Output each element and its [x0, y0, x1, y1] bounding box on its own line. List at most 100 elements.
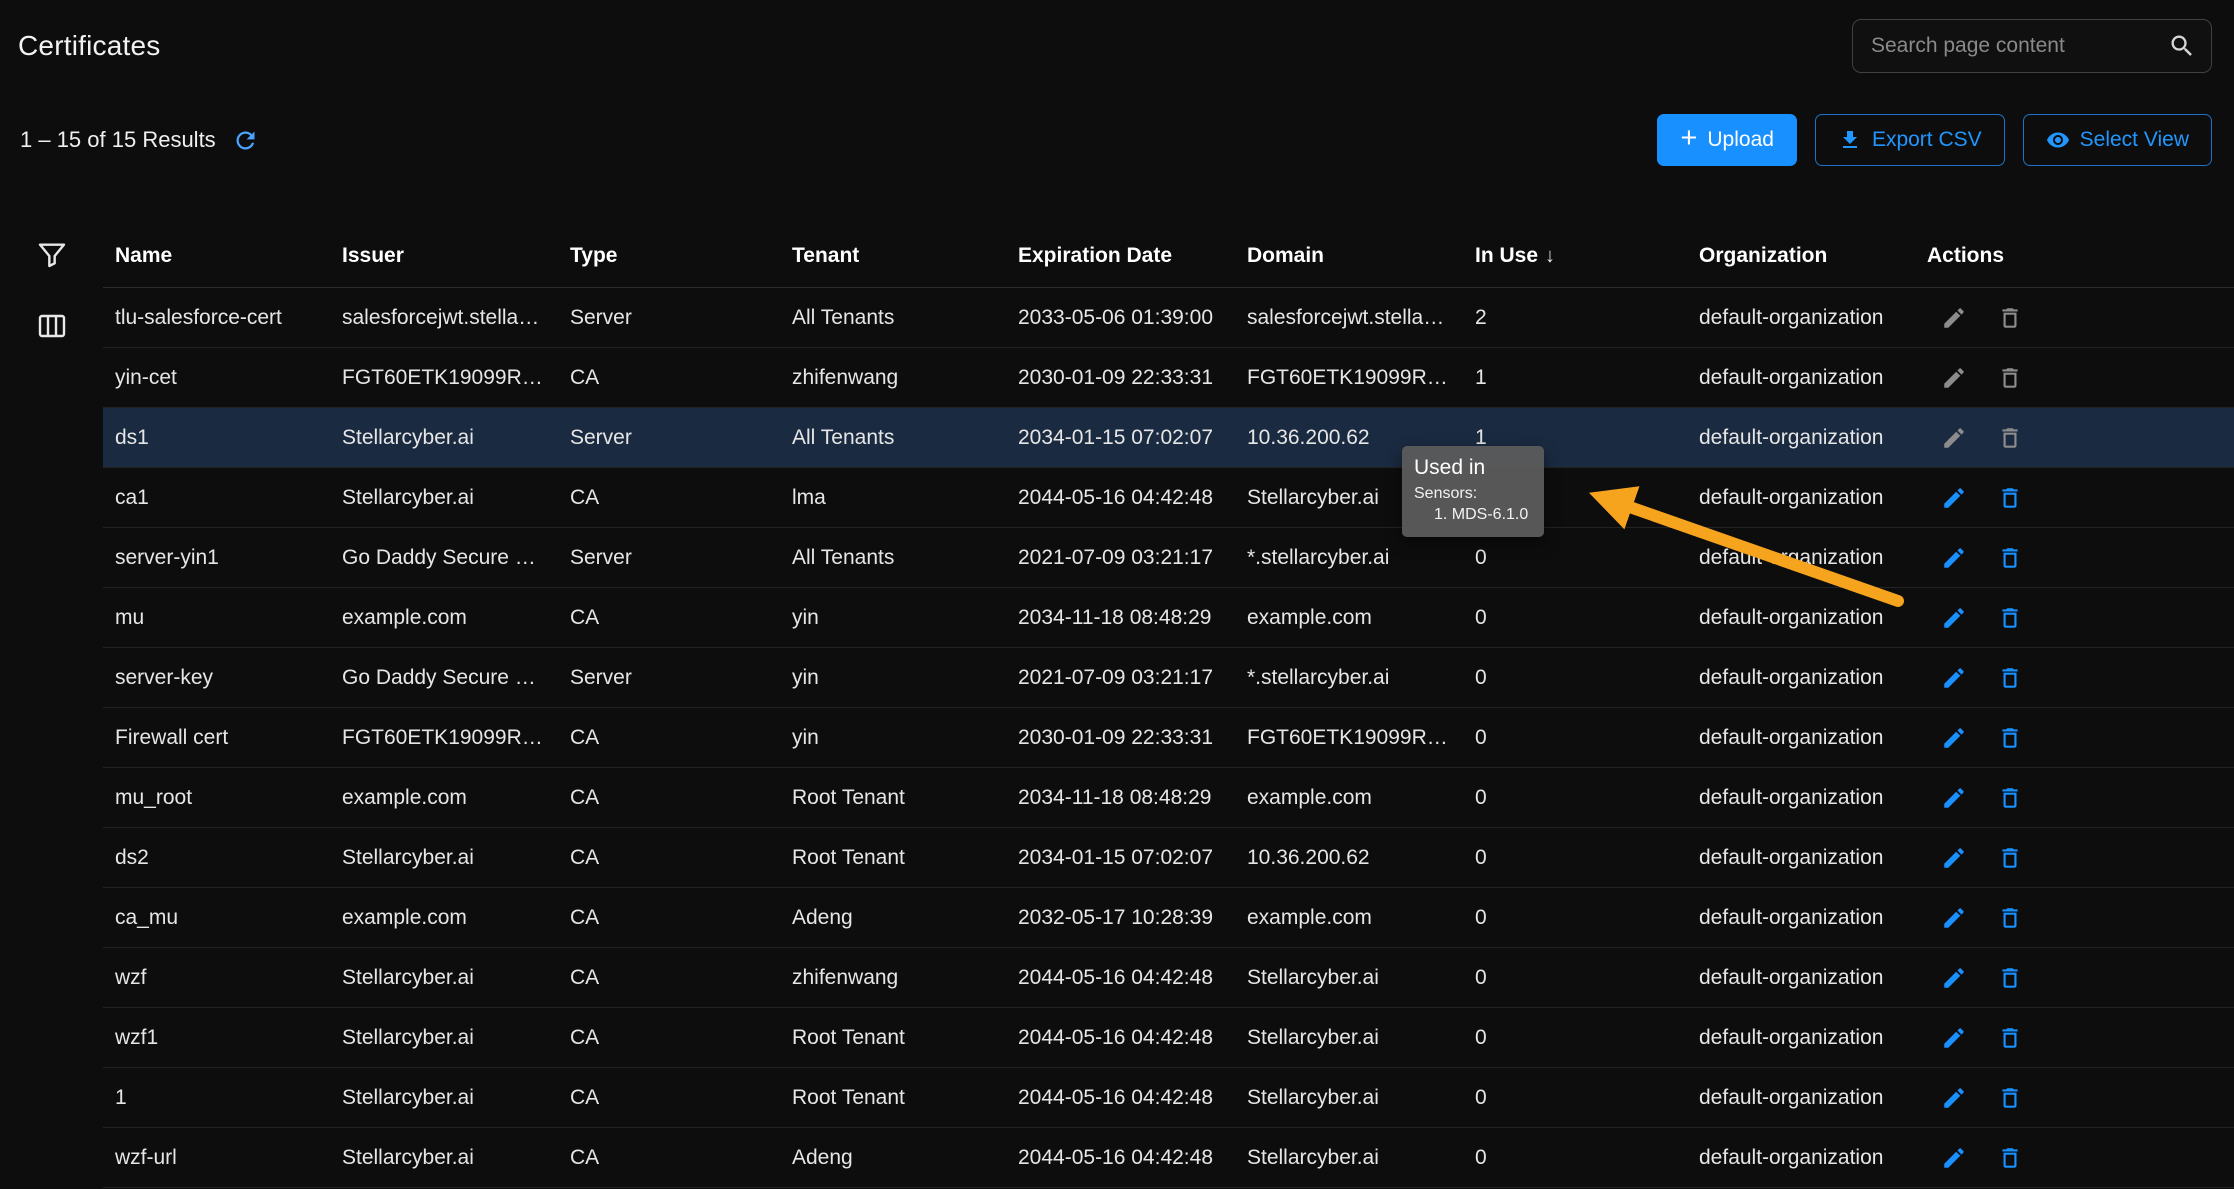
cell-in-use: 0	[1475, 606, 1699, 630]
toolbar: 1 – 15 of 15 Results + Upload Export CSV…	[20, 114, 2212, 166]
search-icon[interactable]	[2168, 32, 2196, 60]
delete-icon[interactable]	[1997, 485, 2023, 511]
edit-icon[interactable]	[1941, 905, 1967, 931]
edit-icon[interactable]	[1941, 665, 1967, 691]
column-header-type[interactable]: Type	[570, 244, 792, 268]
edit-icon[interactable]	[1941, 965, 1967, 991]
table-row[interactable]: wzf Stellarcyber.ai CA zhifenwang 2044-0…	[103, 948, 2234, 1008]
delete-icon[interactable]	[1997, 365, 2023, 391]
edit-icon[interactable]	[1941, 485, 1967, 511]
cell-actions	[1927, 845, 2234, 871]
cell-tenant: Root Tenant	[792, 846, 1018, 870]
table-body: tlu-salesforce-cert salesforcejwt.stella…	[103, 288, 2234, 1188]
cell-organization: default-organization	[1699, 966, 1927, 990]
cell-issuer: FGT60ETK19099R…	[342, 366, 570, 390]
delete-icon[interactable]	[1997, 1085, 2023, 1111]
cell-type: CA	[570, 1026, 792, 1050]
delete-icon[interactable]	[1997, 785, 2023, 811]
table-row[interactable]: server-key Go Daddy Secure … Server yin …	[103, 648, 2234, 708]
cell-issuer: Stellarcyber.ai	[342, 426, 570, 450]
edit-icon[interactable]	[1941, 725, 1967, 751]
cell-expiration-date: 2034-11-18 08:48:29	[1018, 606, 1247, 630]
table-row[interactable]: wzf1 Stellarcyber.ai CA Root Tenant 2044…	[103, 1008, 2234, 1068]
cell-type: Server	[570, 306, 792, 330]
edit-icon[interactable]	[1941, 1085, 1967, 1111]
edit-icon[interactable]	[1941, 605, 1967, 631]
cell-domain: example.com	[1247, 906, 1475, 930]
delete-icon[interactable]	[1997, 1025, 2023, 1051]
table-header-row: Name Issuer Type Tenant Expiration Date …	[103, 224, 2234, 288]
cell-tenant: Root Tenant	[792, 1026, 1018, 1050]
edit-icon[interactable]	[1941, 365, 1967, 391]
cell-domain: FGT60ETK19099R…	[1247, 726, 1475, 750]
cell-tenant: Root Tenant	[792, 786, 1018, 810]
table-row[interactable]: server-yin1 Go Daddy Secure … Server All…	[103, 528, 2234, 588]
cell-actions	[1927, 425, 2234, 451]
cell-type: CA	[570, 726, 792, 750]
cell-type: Server	[570, 666, 792, 690]
table-row[interactable]: tlu-salesforce-cert salesforcejwt.stella…	[103, 288, 2234, 348]
column-header-in-use[interactable]: In Use↓	[1475, 244, 1699, 268]
cell-tenant: yin	[792, 606, 1018, 630]
edit-icon[interactable]	[1941, 1025, 1967, 1051]
delete-icon[interactable]	[1997, 665, 2023, 691]
cell-type: CA	[570, 906, 792, 930]
cell-organization: default-organization	[1699, 1146, 1927, 1170]
cell-issuer: Stellarcyber.ai	[342, 846, 570, 870]
certificates-page: Certificates 1 – 15 of 15 Results + Uplo…	[0, 0, 2234, 1188]
table-row[interactable]: Firewall cert FGT60ETK19099R… CA yin 203…	[103, 708, 2234, 768]
cell-expiration-date: 2044-05-16 04:42:48	[1018, 966, 1247, 990]
delete-icon[interactable]	[1997, 905, 2023, 931]
table-area: Name Issuer Type Tenant Expiration Date …	[0, 224, 2234, 1188]
delete-icon[interactable]	[1997, 845, 2023, 871]
column-settings-icon[interactable]	[36, 310, 68, 342]
table-row[interactable]: mu_root example.com CA Root Tenant 2034-…	[103, 768, 2234, 828]
edit-icon[interactable]	[1941, 425, 1967, 451]
cell-organization: default-organization	[1699, 486, 1927, 510]
filter-icon[interactable]	[36, 238, 68, 270]
cell-actions	[1927, 545, 2234, 571]
table-row[interactable]: yin-cet FGT60ETK19099R… CA zhifenwang 20…	[103, 348, 2234, 408]
table-row[interactable]: 1 Stellarcyber.ai CA Root Tenant 2044-05…	[103, 1068, 2234, 1128]
cell-actions	[1927, 665, 2234, 691]
table-row[interactable]: wzf-url Stellarcyber.ai CA Adeng 2044-05…	[103, 1128, 2234, 1188]
table-row[interactable]: ca_mu example.com CA Adeng 2032-05-17 10…	[103, 888, 2234, 948]
edit-icon[interactable]	[1941, 545, 1967, 571]
table-row[interactable]: ds1 Stellarcyber.ai Server All Tenants 2…	[103, 408, 2234, 468]
cell-expiration-date: 2034-01-15 07:02:07	[1018, 846, 1247, 870]
delete-icon[interactable]	[1997, 1145, 2023, 1171]
edit-icon[interactable]	[1941, 845, 1967, 871]
delete-icon[interactable]	[1997, 965, 2023, 991]
column-header-tenant[interactable]: Tenant	[792, 244, 1018, 268]
delete-icon[interactable]	[1997, 305, 2023, 331]
table-row[interactable]: ca1 Stellarcyber.ai CA lma 2044-05-16 04…	[103, 468, 2234, 528]
search-input[interactable]	[1852, 19, 2212, 73]
upload-button[interactable]: + Upload	[1657, 114, 1797, 166]
refresh-icon[interactable]	[232, 127, 259, 154]
delete-icon[interactable]	[1997, 725, 2023, 751]
cell-issuer: example.com	[342, 786, 570, 810]
cell-expiration-date: 2021-07-09 03:21:17	[1018, 666, 1247, 690]
delete-icon[interactable]	[1997, 605, 2023, 631]
cell-expiration-date: 2030-01-09 22:33:31	[1018, 726, 1247, 750]
cell-expiration-date: 2032-05-17 10:28:39	[1018, 906, 1247, 930]
edit-icon[interactable]	[1941, 785, 1967, 811]
edit-icon[interactable]	[1941, 305, 1967, 331]
table-row[interactable]: ds2 Stellarcyber.ai CA Root Tenant 2034-…	[103, 828, 2234, 888]
delete-icon[interactable]	[1997, 425, 2023, 451]
column-header-issuer[interactable]: Issuer	[342, 244, 570, 268]
table-row[interactable]: mu example.com CA yin 2034-11-18 08:48:2…	[103, 588, 2234, 648]
export-csv-label: Export CSV	[1872, 128, 1982, 152]
delete-icon[interactable]	[1997, 545, 2023, 571]
column-header-actions: Actions	[1927, 244, 2234, 268]
column-header-expiration-date[interactable]: Expiration Date	[1018, 244, 1247, 268]
column-header-name[interactable]: Name	[115, 244, 342, 268]
sort-desc-icon[interactable]: ↓	[1545, 245, 1555, 267]
export-csv-button[interactable]: Export CSV	[1815, 114, 2005, 166]
select-view-button[interactable]: Select View	[2023, 114, 2212, 166]
tooltip-sensors-label: Sensors:	[1414, 483, 1528, 504]
cell-organization: default-organization	[1699, 666, 1927, 690]
edit-icon[interactable]	[1941, 1145, 1967, 1171]
column-header-domain[interactable]: Domain	[1247, 244, 1475, 268]
column-header-organization[interactable]: Organization	[1699, 244, 1927, 268]
